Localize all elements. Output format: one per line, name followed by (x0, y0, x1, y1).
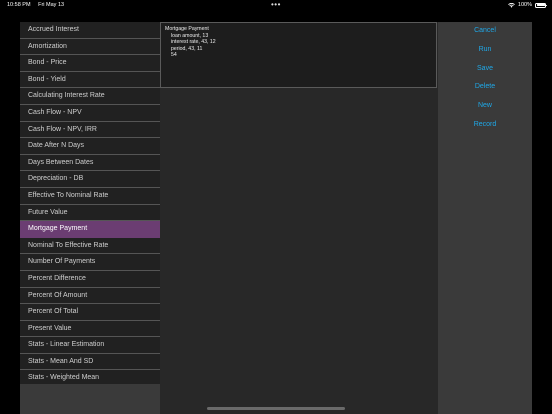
sidebar-footer (20, 384, 160, 414)
status-indicators: 100% (508, 2, 547, 8)
sidebar-item[interactable]: Days Between Dates (20, 155, 160, 172)
output-line: period, 43, 11 (171, 45, 203, 52)
main-panel: Mortgage Payment loan amount, 13 interes… (160, 22, 438, 414)
sidebar-item[interactable]: Accrued Interest (20, 22, 160, 39)
status-time-date: 10:58 PM Fri May 13 (7, 2, 64, 8)
sidebar-item[interactable]: Stats - Linear Estimation (20, 337, 160, 354)
sidebar-item[interactable]: Cash Flow - NPV (20, 105, 160, 122)
cancel-button[interactable]: Cancel (438, 22, 532, 41)
sidebar-item[interactable]: Percent Of Amount (20, 288, 160, 305)
calculation-list: Accrued Interest Amortization Bond - Price… (20, 22, 160, 414)
delete-button[interactable]: Delete (438, 78, 532, 97)
battery-percent: 100% (517, 2, 532, 8)
output-title: Mortgage Payment (165, 26, 209, 32)
output-line: loan amount, 13 (171, 32, 209, 39)
sidebar-item[interactable]: Effective To Nominal Rate (20, 188, 160, 205)
action-panel: Cancel Run Save Delete New Record (438, 22, 532, 414)
output-line: interest rate, 43, 12 (171, 39, 216, 46)
status-bar: 10:58 PM Fri May 13 ••• 100% (0, 0, 552, 12)
sidebar-item[interactable]: Mortgage Payment (20, 221, 160, 238)
sidebar-item[interactable]: Bond - Price (20, 55, 160, 72)
sidebar-item[interactable]: Calculating Interest Rate (20, 88, 160, 105)
sidebar-item[interactable]: Amortization (20, 39, 160, 56)
sidebar-item[interactable]: Nominal To Effective Rate (20, 238, 160, 255)
sidebar-item[interactable]: Number Of Payments (20, 254, 160, 271)
sidebar-item[interactable]: Future Value (20, 205, 160, 222)
sidebar-item[interactable]: Stats - Mean And SD (20, 354, 160, 371)
sidebar-item[interactable]: Percent Of Total (20, 304, 160, 321)
run-button[interactable]: Run (438, 41, 532, 60)
sidebar-item[interactable]: Date After N Days (20, 138, 160, 155)
sidebar-item[interactable]: Cash Flow - NPV, IRR (20, 122, 160, 139)
output-panel: Mortgage Payment loan amount, 13 interes… (160, 22, 437, 88)
record-button[interactable]: Record (438, 116, 532, 135)
sidebar-item[interactable]: Bond - Yield (20, 72, 160, 89)
sidebar-item[interactable]: Depreciation - DB (20, 171, 160, 188)
new-button[interactable]: New (438, 97, 532, 116)
output-line: 54 (171, 52, 177, 59)
wifi-icon (508, 2, 515, 8)
multitasking-dots[interactable]: ••• (271, 0, 281, 9)
calculation-list-items: Accrued Interest Amortization Bond - Price… (20, 22, 160, 388)
home-indicator[interactable] (207, 407, 345, 410)
battery-icon (535, 2, 547, 8)
status-date: Fri May 13 (38, 2, 65, 8)
status-time: 10:58 PM (7, 2, 31, 8)
sidebar-item[interactable]: Percent Difference (20, 271, 160, 288)
sidebar-item[interactable]: Present Value (20, 321, 160, 338)
save-button[interactable]: Save (438, 60, 532, 79)
